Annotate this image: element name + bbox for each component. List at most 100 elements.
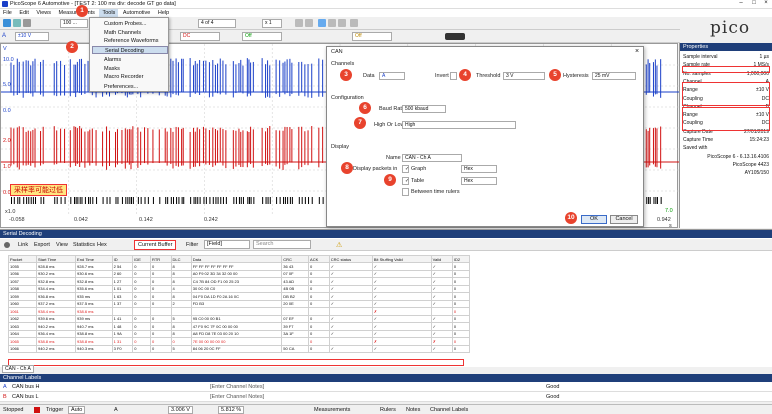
pretrigger[interactable]: 5.812 % xyxy=(218,406,245,414)
buffer-navigator[interactable]: 4 of 4 xyxy=(198,19,236,28)
measurements-button[interactable]: Measurements xyxy=(314,407,350,413)
menu-item-masks[interactable]: Masks xyxy=(92,65,168,73)
channel-b-coupling[interactable]: DC xyxy=(180,32,220,41)
search-input[interactable]: Search xyxy=(253,240,311,249)
column-header[interactable]: CRC xyxy=(281,255,310,263)
menu-item-macro-recorder[interactable]: Macro Recorder xyxy=(92,73,168,81)
filter-button[interactable]: Filter xyxy=(186,242,198,248)
graph-format-select[interactable]: Hex xyxy=(461,165,497,173)
table-row[interactable]: 1059 936.8 ms 935 ms 1 63 0 0 8 04 F0 DA 1D F0 … xyxy=(8,292,471,301)
maximize-icon[interactable]: □ xyxy=(748,0,760,6)
table-checkbox[interactable]: ✓ xyxy=(402,177,409,185)
invert-checkbox[interactable] xyxy=(450,72,457,80)
column-header[interactable]: End Time xyxy=(75,255,113,263)
hex-select[interactable]: Hex xyxy=(97,242,107,248)
column-header[interactable]: Valid xyxy=(430,255,453,263)
menu-tools[interactable]: Tools xyxy=(99,9,119,17)
table-row[interactable]: 1066 940.2 ms 940.3 ms 3 F0 0 0 5 84 06 20 0C F… xyxy=(8,344,471,353)
zoom-out-icon[interactable] xyxy=(328,19,336,27)
dialog-close-icon[interactable]: × xyxy=(635,48,639,55)
export-button[interactable]: Export xyxy=(34,242,50,248)
table-row[interactable]: 1058 934.4 ms 935.6 ms 1 01 0 0 4 30 0C 00 C0 4B… xyxy=(8,284,471,293)
channel-name[interactable]: CAN bus L xyxy=(12,394,39,400)
column-header[interactable]: ID2 xyxy=(451,255,471,263)
rulers-button[interactable]: Rulers xyxy=(380,407,396,413)
table-row[interactable]: 1065 938.8 ms 938.8 ms 1 31 0 0 0 7E 00 00 00 0… xyxy=(8,337,471,346)
menu-item-alarms[interactable]: Alarms xyxy=(92,56,168,64)
column-header[interactable]: Bit Stuffing Valid xyxy=(371,255,432,263)
table-row[interactable]: 1056 930.2 ms 930.6 ms 2 60 0 0 8 A0 F9 02 3D 3… xyxy=(8,269,471,278)
view-button[interactable]: View xyxy=(56,242,68,248)
column-header[interactable]: ID xyxy=(111,255,134,263)
menu-item-serial-decoding[interactable]: Serial Decoding xyxy=(92,46,168,54)
channel-notes[interactable]: [Enter Channel Notes] xyxy=(210,394,264,400)
column-header[interactable]: IDE xyxy=(132,255,152,263)
statistics-button[interactable]: Statistics xyxy=(73,242,95,248)
hand-tool-icon[interactable] xyxy=(295,19,303,27)
select-tool-icon[interactable] xyxy=(305,19,313,27)
timebase-select[interactable]: 100 ... xyxy=(60,19,88,28)
settings-icon[interactable] xyxy=(4,242,10,248)
column-header[interactable]: RTR xyxy=(150,255,172,263)
cancel-button[interactable]: Cancel xyxy=(610,215,638,224)
channel-a-range[interactable]: ±10 V xyxy=(15,32,49,41)
table-row[interactable]: 1055 928.8 ms 928.7 ms 2 54 0 0 8 FF FF FF FF F… xyxy=(8,262,471,271)
hysteresis-input[interactable]: 25 mV xyxy=(592,72,636,80)
decoder-name-input[interactable]: CAN - Ch A xyxy=(402,154,462,162)
table-row[interactable]: 1062 939.6 ms 939 ms 1 41 0 0 5 95 C0 00 00 B1 0… xyxy=(8,314,471,323)
channel-labels-button[interactable]: Channel Labels xyxy=(430,407,468,413)
notes-button[interactable]: Notes xyxy=(406,407,420,413)
column-header[interactable]: Data xyxy=(190,255,283,263)
graph-checkbox[interactable]: ✓ xyxy=(402,165,409,173)
baud-rate-select[interactable]: 500 kbaud xyxy=(402,105,446,113)
persistence-icon[interactable] xyxy=(13,19,21,27)
data-channel-select[interactable]: A xyxy=(379,72,405,80)
stopped-status[interactable]: Stopped xyxy=(3,407,24,413)
menu-item-math-channels[interactable]: Math Channels xyxy=(92,29,168,37)
trigger-2-select[interactable]: Off xyxy=(352,32,392,41)
column-header[interactable]: Start Time xyxy=(35,255,77,263)
undo-zoom-icon[interactable] xyxy=(350,19,358,27)
table-row[interactable]: 1063 940.2 ms 940.7 ms 1 48 0 0 8 47 F0 9C 7F 0… xyxy=(8,322,471,331)
threshold-input[interactable]: 3 V xyxy=(503,72,545,80)
scope-mode-icon[interactable] xyxy=(3,19,11,27)
menu-edit[interactable]: Edit xyxy=(16,9,31,17)
field-select[interactable]: [Field] xyxy=(204,240,250,249)
zoom-factor[interactable]: x 1 xyxy=(262,19,282,28)
ok-button[interactable]: OK xyxy=(581,215,607,224)
trigger-mode-select[interactable]: Auto xyxy=(68,406,86,414)
link-button[interactable]: Link xyxy=(18,242,28,248)
menu-file[interactable]: File xyxy=(0,9,15,17)
table-format-select[interactable]: Hex xyxy=(461,177,497,185)
menu-help[interactable]: Help xyxy=(155,9,172,17)
minimize-icon[interactable]: – xyxy=(735,0,747,6)
zoom-in-icon[interactable] xyxy=(318,19,326,27)
channel-notes[interactable]: [Enter Channel Notes] xyxy=(210,384,264,390)
decoder-tab[interactable]: CAN - Ch A xyxy=(2,365,34,373)
menu-item-custom-probes[interactable]: Custom Probes... xyxy=(92,20,168,28)
menu-item-preferences[interactable]: Preferences... xyxy=(92,83,168,91)
current-buffer-select[interactable]: Current Buffer xyxy=(134,240,177,250)
table-row[interactable]: 1061 938.4 ms 938.6 ms ✗ 0 xyxy=(8,307,471,316)
trigger-select[interactable]: Off xyxy=(242,32,282,41)
column-header[interactable]: DLC xyxy=(170,255,192,263)
menu-views[interactable]: Views xyxy=(33,9,54,17)
table-row[interactable]: 1057 932.8 ms 932.8 ms 1 27 0 0 8 C4 7B 84 OD F… xyxy=(8,277,471,286)
trigger-channel[interactable]: A xyxy=(114,407,118,413)
between-rulers-checkbox[interactable] xyxy=(402,188,409,196)
column-header[interactable]: Packet xyxy=(8,255,37,263)
column-header[interactable]: ACK xyxy=(308,255,330,263)
run-stop-icon[interactable] xyxy=(445,33,465,40)
stop-icon[interactable] xyxy=(34,407,40,413)
trigger-level[interactable]: 3.006 V xyxy=(168,406,193,414)
table-row[interactable]: 1064 936.4 ms 938.8 ms 1 9A 0 0 8 A8 FD D8 7E 0… xyxy=(8,329,471,338)
high-low-select[interactable]: High xyxy=(402,121,516,129)
spectrum-icon[interactable] xyxy=(23,19,31,27)
table-row[interactable]: 1060 937.2 ms 937.5 ms 1 37 0 0 2 FD B3 20 0E 0 ✓ ✓… xyxy=(8,299,471,308)
close-icon[interactable]: × xyxy=(760,0,772,6)
menu-automotive[interactable]: Automotive xyxy=(120,9,154,17)
column-header[interactable]: CRC status xyxy=(328,255,373,263)
zoom-fit-icon[interactable] xyxy=(338,19,346,27)
menu-item-reference-waveforms[interactable]: Reference Waveforms xyxy=(92,37,168,45)
channel-name[interactable]: CAN bus H xyxy=(12,384,40,390)
